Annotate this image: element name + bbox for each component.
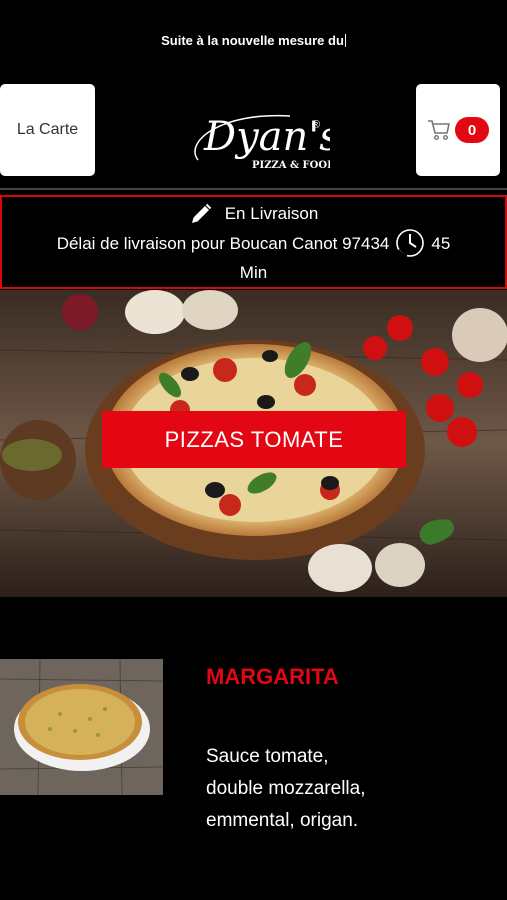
brand-logo: Dyan's PIZZA & FOOD ® (194, 114, 330, 171)
ticker-caret (344, 34, 346, 47)
pencil-icon[interactable] (189, 202, 213, 226)
menu-button-label: La Carte (16, 121, 79, 138)
header: La Carte Dyan's PIZZA & FOOD ® 0 (0, 84, 507, 177)
cart-icon (428, 120, 450, 141)
cart-button[interactable]: 0 (416, 84, 500, 176)
category-hero[interactable]: PIZZAS TOMATE (0, 290, 507, 597)
ticker-text: Suite à la nouvelle mesure du (161, 33, 344, 48)
product-name: MARGARITA (206, 664, 339, 689)
delivery-delay-value: 45 (431, 233, 451, 253)
logo-registered-mark: ® (312, 119, 320, 131)
category-title-button[interactable]: PIZZAS TOMATE (102, 411, 406, 468)
clock-icon (396, 229, 425, 258)
product-description-line: double mozzarella, (206, 778, 366, 799)
delivery-mode: En Livraison (224, 204, 319, 223)
delivery-delay-unit: Min (239, 263, 268, 282)
cart-count-badge: 0 (455, 117, 489, 143)
product-description-line: Sauce tomate, (206, 746, 329, 767)
announcement-ticker: Suite à la nouvelle mesure du (0, 33, 507, 48)
margarita-pizza-image (0, 659, 163, 795)
delivery-delay-text: Délai de livraison pour Boucan Canot 974… (56, 233, 390, 253)
logo-tagline: PIZZA & FOOD (252, 160, 330, 171)
header-divider (0, 188, 507, 190)
logo-name: Dyan's (203, 114, 330, 160)
product-description-line: emmental, origan. (206, 810, 359, 831)
product-image[interactable] (0, 659, 163, 795)
menu-button[interactable]: La Carte (0, 84, 95, 176)
delivery-info-panel[interactable]: En Livraison Délai de livraison pour Bou… (0, 195, 507, 289)
category-title: PIZZAS TOMATE (164, 426, 344, 452)
product-description: Sauce tomate, double mozzarella, emmenta… (206, 741, 496, 837)
